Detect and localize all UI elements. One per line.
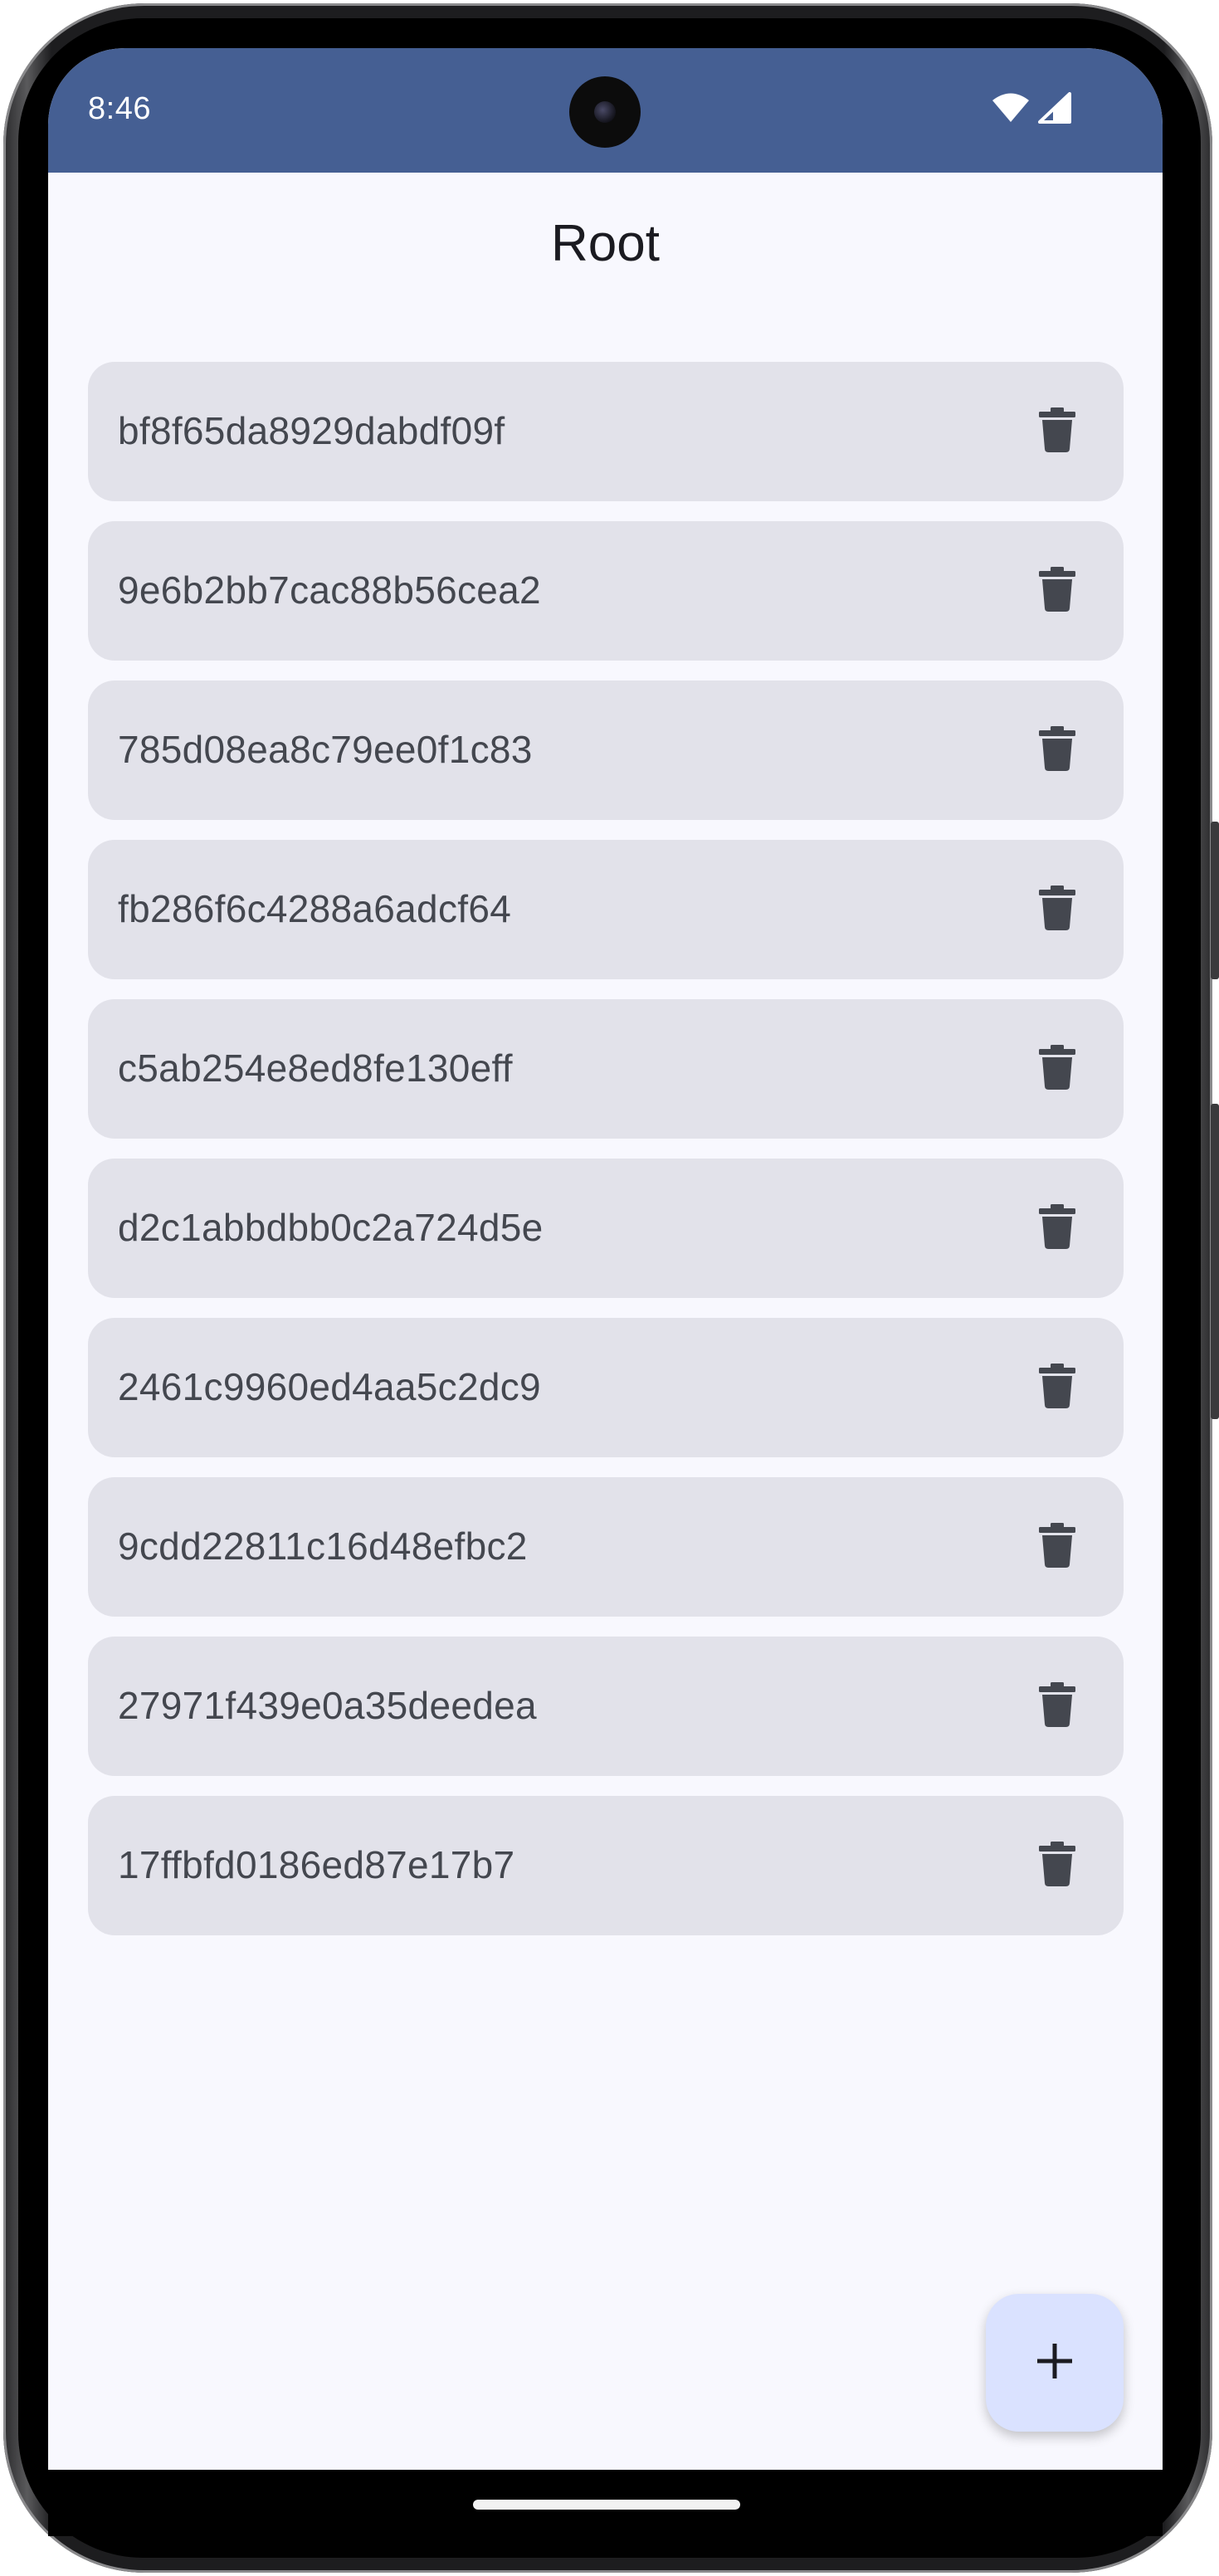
- delete-button[interactable]: [1024, 398, 1090, 465]
- trash-icon: [1039, 1044, 1075, 1094]
- trash-icon: [1039, 1841, 1075, 1891]
- status-icons: [992, 91, 1071, 128]
- status-time: 8:46: [88, 91, 151, 126]
- list-item-label: bf8f65da8929dabdf09f: [118, 409, 505, 452]
- delete-button[interactable]: [1024, 558, 1090, 624]
- list-item-label: 9cdd22811c16d48efbc2: [118, 1525, 528, 1568]
- status-bar: 8:46: [48, 48, 1163, 173]
- delete-button[interactable]: [1024, 1832, 1090, 1899]
- list-item[interactable]: 785d08ea8c79ee0f1c83: [88, 681, 1124, 820]
- list-item[interactable]: c5ab254e8ed8fe130eff: [88, 999, 1124, 1139]
- list-item-label: 2461c9960ed4aa5c2dc9: [118, 1365, 541, 1408]
- list-item[interactable]: fb286f6c4288a6adcf64: [88, 840, 1124, 979]
- trash-icon: [1039, 1363, 1075, 1412]
- plus-icon: [1034, 2340, 1075, 2386]
- wifi-icon: [992, 93, 1030, 127]
- volume-button: [1211, 1104, 1219, 1419]
- screen: 8:46 Root bf8f65da8929dabdf09f 9e6b2bb7c…: [48, 48, 1163, 2470]
- cell-signal-icon: [1038, 91, 1071, 128]
- delete-button[interactable]: [1024, 1514, 1090, 1580]
- list-item[interactable]: 2461c9960ed4aa5c2dc9: [88, 1318, 1124, 1457]
- home-indicator[interactable]: [473, 2500, 740, 2510]
- list-item[interactable]: 17ffbfd0186ed87e17b7: [88, 1796, 1124, 1935]
- list-item[interactable]: 9cdd22811c16d48efbc2: [88, 1477, 1124, 1617]
- delete-button[interactable]: [1024, 1673, 1090, 1739]
- delete-button[interactable]: [1024, 1195, 1090, 1261]
- power-button: [1211, 822, 1219, 979]
- list-item-label: c5ab254e8ed8fe130eff: [118, 1046, 513, 1090]
- item-list: bf8f65da8929dabdf09f 9e6b2bb7cac88b56cea…: [88, 362, 1124, 1955]
- trash-icon: [1039, 885, 1075, 934]
- trash-icon: [1039, 725, 1075, 775]
- list-item-label: 27971f439e0a35deedea: [118, 1684, 537, 1727]
- list-item[interactable]: 9e6b2bb7cac88b56cea2: [88, 521, 1124, 661]
- front-camera: [569, 76, 641, 148]
- trash-icon: [1039, 1681, 1075, 1731]
- trash-icon: [1039, 1522, 1075, 1572]
- delete-button[interactable]: [1024, 717, 1090, 783]
- trash-icon: [1039, 407, 1075, 456]
- list-item[interactable]: 27971f439e0a35deedea: [88, 1637, 1124, 1776]
- list-item[interactable]: d2c1abbdbb0c2a724d5e: [88, 1159, 1124, 1298]
- delete-button[interactable]: [1024, 1354, 1090, 1421]
- list-item-label: fb286f6c4288a6adcf64: [118, 887, 512, 930]
- list-item[interactable]: bf8f65da8929dabdf09f: [88, 362, 1124, 501]
- page-title: Root: [551, 215, 660, 272]
- delete-button[interactable]: [1024, 1036, 1090, 1102]
- phone-device: 8:46 Root bf8f65da8929dabdf09f 9e6b2bb7c…: [0, 0, 1219, 2576]
- list-item-label: 9e6b2bb7cac88b56cea2: [118, 568, 541, 612]
- list-item-label: d2c1abbdbb0c2a724d5e: [118, 1206, 544, 1249]
- trash-icon: [1039, 1203, 1075, 1253]
- list-item-label: 17ffbfd0186ed87e17b7: [118, 1843, 515, 1886]
- trash-icon: [1039, 566, 1075, 616]
- delete-button[interactable]: [1024, 876, 1090, 943]
- list-item-label: 785d08ea8c79ee0f1c83: [118, 728, 533, 771]
- add-item-button[interactable]: [986, 2294, 1124, 2432]
